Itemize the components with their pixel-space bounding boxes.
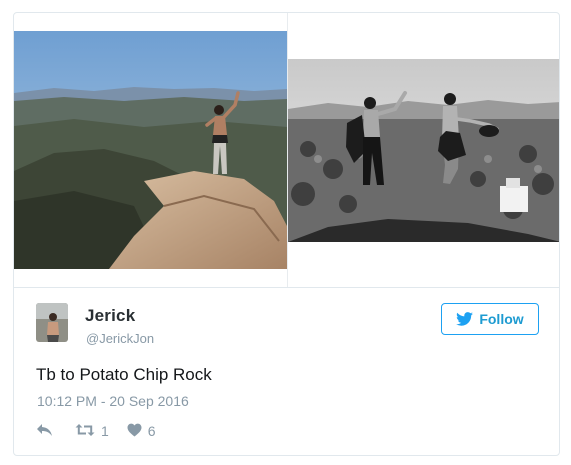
tweet-media: [14, 13, 559, 288]
media-bottom-border: [14, 287, 559, 288]
landscape-photo-bw: [288, 59, 559, 242]
retweet-count: 1: [101, 423, 109, 439]
author-name[interactable]: Jerick: [85, 306, 135, 326]
follow-button-label: Follow: [479, 311, 524, 327]
landscape-photo-color: [14, 31, 287, 269]
heart-icon: [127, 423, 142, 440]
avatar-image: [36, 303, 68, 342]
embedded-tweet-card: Jerick @JerickJon Follow Tb to Potato Ch…: [13, 12, 560, 456]
photo-potato-chip-rock-color[interactable]: [14, 31, 287, 269]
retweet-icon: [75, 423, 95, 440]
reply-button[interactable]: [36, 423, 53, 440]
tweet-actions: 1 6: [36, 421, 156, 441]
retweet-button[interactable]: 1: [75, 423, 109, 440]
twitter-bird-icon: [456, 312, 474, 326]
follow-button[interactable]: Follow: [441, 303, 539, 335]
reply-arrow-icon: [36, 423, 53, 440]
photo-two-hikers-bw[interactable]: [288, 59, 559, 242]
author-handle[interactable]: @JerickJon: [86, 331, 154, 346]
like-button[interactable]: 6: [127, 423, 156, 440]
tweet-text: Tb to Potato Chip Rock: [36, 365, 212, 384]
avatar[interactable]: [36, 303, 68, 342]
like-count: 6: [147, 423, 156, 439]
tweet-timestamp[interactable]: 10:12 PM - 20 Sep 2016: [37, 393, 189, 409]
